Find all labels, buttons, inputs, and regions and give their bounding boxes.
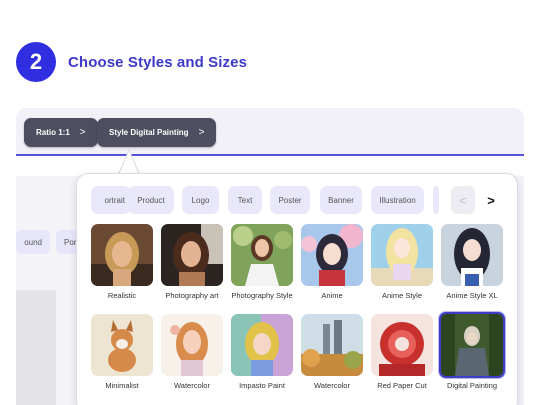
style-card-impasto-paint[interactable] xyxy=(231,314,293,376)
step-title: Choose Styles and Sizes xyxy=(68,53,248,71)
style-label-anime-style: Anime Style xyxy=(381,291,423,300)
style-card-photography-style[interactable] xyxy=(231,224,293,286)
photography-style-thumbnail xyxy=(231,224,293,286)
style-card-anime-style[interactable] xyxy=(371,224,433,286)
style-card-photography-art[interactable] xyxy=(161,224,223,286)
red-paper-cut-thumbnail xyxy=(371,314,433,376)
style-card-realistic[interactable] xyxy=(91,224,153,286)
style-label-minimalist: Minimalist xyxy=(105,381,139,390)
style-label: Style Digital Painting xyxy=(109,128,189,137)
category-tab-logo[interactable]: Logo xyxy=(182,186,219,214)
style-label-impasto-paint: Impasto Paint xyxy=(239,381,285,390)
category-tab-poster[interactable]: Poster xyxy=(270,186,310,214)
ratio-button[interactable]: Ratio 1:1 > xyxy=(24,118,98,147)
watercolor-thumbnail xyxy=(161,314,223,376)
style-card-anime-style-xl[interactable] xyxy=(441,224,503,286)
category-tabs: ortrait Product Logo Text Poster Banner … xyxy=(77,186,517,214)
chevron-right-icon[interactable]: > xyxy=(479,186,503,214)
anime-style-xl-thumbnail xyxy=(441,224,503,286)
realistic-thumbnail xyxy=(91,224,153,286)
category-tab-product[interactable]: Product xyxy=(128,186,174,214)
chevron-right-icon: > xyxy=(198,127,205,138)
style-card-red-paper-cut[interactable] xyxy=(371,314,433,376)
style-label-watercolor-city: Watercolor xyxy=(314,381,350,390)
style-card-minimalist[interactable] xyxy=(91,314,153,376)
watercolor-city-thumbnail xyxy=(301,314,363,376)
minimalist-thumbnail xyxy=(91,314,153,376)
style-label-anime-style-xl: Anime Style XL xyxy=(446,291,498,300)
photography-art-thumbnail xyxy=(161,224,223,286)
step-header: 2 Choose Styles and Sizes xyxy=(16,42,247,82)
background-chip[interactable]: ound xyxy=(16,230,50,254)
style-label-watercolor: Watercolor xyxy=(174,381,210,390)
style-label-photography-art: Photography art xyxy=(165,291,219,300)
style-picker-popup: ortrait Product Logo Text Poster Banner … xyxy=(76,173,518,405)
step-number-badge: 2 xyxy=(16,42,56,82)
anime-style-thumbnail xyxy=(371,224,433,286)
style-label-realistic: Realistic xyxy=(107,291,137,300)
style-button[interactable]: Style Digital Painting > xyxy=(97,118,217,147)
style-label-red-paper-cut: Red Paper Cut xyxy=(377,381,427,390)
impasto-paint-thumbnail xyxy=(231,314,293,376)
background-block xyxy=(16,290,56,405)
anime-thumbnail xyxy=(301,224,363,286)
chevron-left-icon[interactable]: < xyxy=(451,186,475,214)
category-tab-portrait[interactable]: ortrait xyxy=(91,186,131,214)
category-tab-illustration[interactable]: Illustration xyxy=(371,186,424,214)
style-card-watercolor[interactable] xyxy=(161,314,223,376)
category-tab-text[interactable]: Text xyxy=(228,186,262,214)
style-label-digital-painting: Digital Painting xyxy=(446,381,498,390)
style-card-anime[interactable] xyxy=(301,224,363,286)
style-card-watercolor-city[interactable] xyxy=(301,314,363,376)
category-tab-partial[interactable] xyxy=(433,186,439,214)
style-label-anime: Anime xyxy=(321,291,343,300)
category-tab-banner[interactable]: Banner xyxy=(320,186,362,214)
style-label-photography-style: Photography Style xyxy=(231,291,293,300)
ratio-label: Ratio 1:1 xyxy=(36,128,70,137)
chevron-right-icon: > xyxy=(79,127,86,138)
digital-painting-thumbnail xyxy=(441,314,503,376)
style-card-digital-painting[interactable] xyxy=(439,312,505,378)
